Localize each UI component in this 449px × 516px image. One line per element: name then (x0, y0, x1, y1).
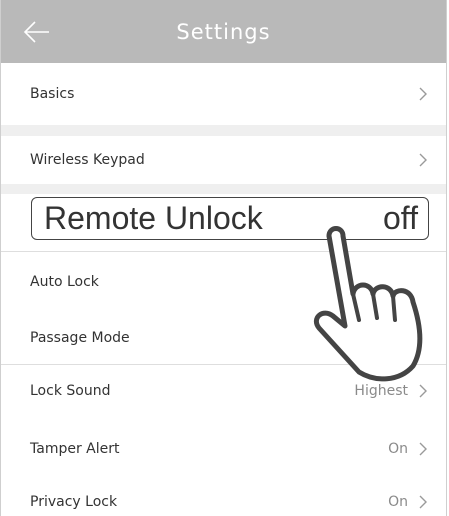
settings-item-label: Tamper Alert (30, 441, 120, 457)
chevron-right-icon (419, 442, 427, 456)
settings-item-label: Basics (30, 86, 75, 102)
chevron-right-icon (419, 384, 427, 398)
section-gap (1, 184, 446, 194)
row-divider (1, 364, 446, 365)
settings-item-label: Lock Sound (30, 383, 111, 399)
settings-item-label: Passage Mode (30, 330, 130, 346)
settings-item-remote-unlock[interactable]: Remote Unlock off (31, 197, 429, 240)
section-gap (1, 125, 446, 136)
settings-item-label: Privacy Lock (30, 494, 118, 510)
settings-item-label: Auto Lock (30, 274, 99, 290)
settings-item-basics[interactable]: Basics (1, 63, 446, 125)
chevron-right-icon (419, 495, 427, 509)
settings-item-label: Wireless Keypad (30, 152, 145, 168)
page-title: Settings (176, 19, 271, 44)
chevron-right-icon (419, 87, 427, 101)
settings-item-passage-mode[interactable]: Passage Mode (1, 312, 446, 364)
settings-item-tamper-alert[interactable]: Tamper Alert On (1, 424, 446, 474)
settings-item-lock-sound[interactable]: Lock Sound Highest (1, 366, 446, 416)
row-divider (1, 251, 446, 252)
tamper-alert-value: On (388, 441, 408, 457)
chevron-right-icon (419, 153, 427, 167)
settings-item-privacy-lock[interactable]: Privacy Lock On (1, 478, 446, 516)
settings-screen: Settings Basics Wireless Keypad Remote U… (0, 0, 447, 516)
app-header: Settings (1, 0, 446, 63)
remote-unlock-label: Remote Unlock (44, 200, 263, 236)
arrow-left-icon[interactable] (19, 14, 55, 50)
lock-sound-value: Highest (354, 383, 408, 399)
privacy-lock-value: On (388, 494, 408, 510)
remote-unlock-value: off (383, 200, 418, 236)
settings-item-auto-lock[interactable]: Auto Lock (1, 256, 446, 308)
settings-item-wireless-keypad[interactable]: Wireless Keypad (1, 136, 446, 184)
